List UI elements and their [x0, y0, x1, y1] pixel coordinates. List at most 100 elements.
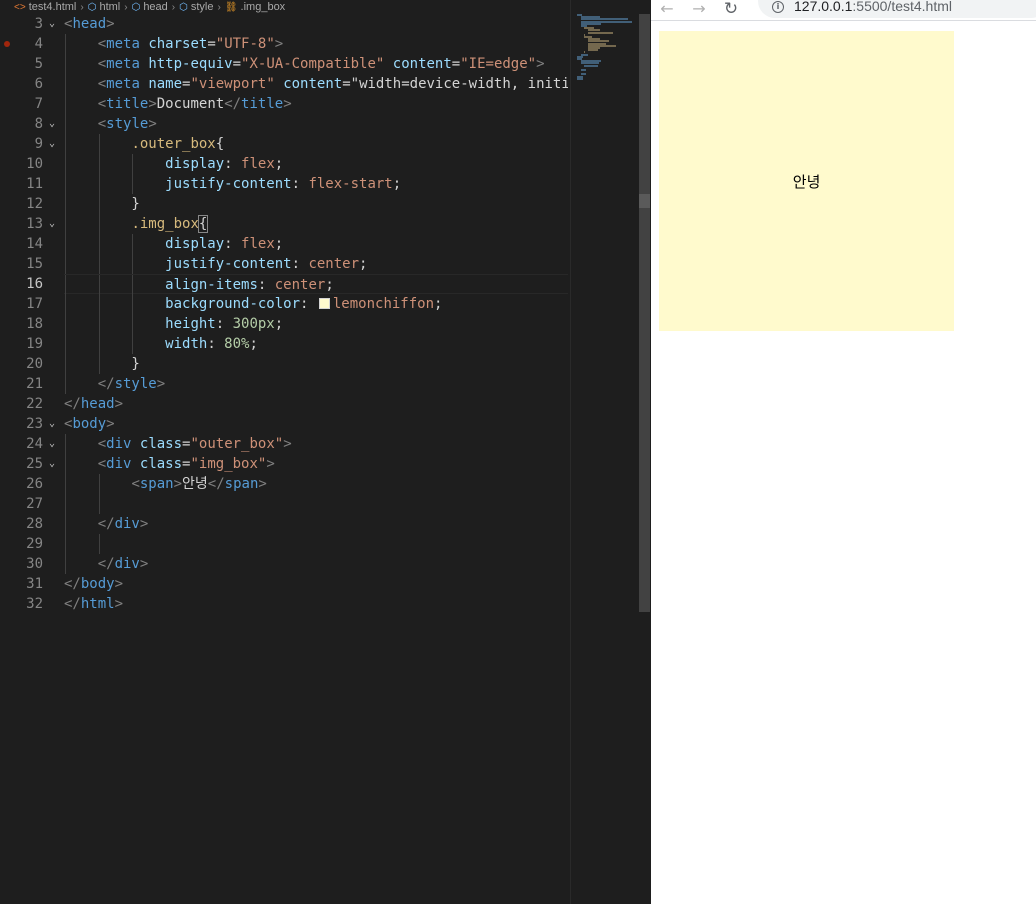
line-number[interactable]: 25 ⌄: [0, 454, 56, 474]
line-number[interactable]: 32: [0, 594, 56, 614]
code-line[interactable]: </head>: [64, 394, 568, 414]
line-number[interactable]: 14: [0, 234, 56, 254]
fold-chevron-icon[interactable]: ⌄: [49, 114, 55, 134]
fold-chevron-icon[interactable]: ⌄: [49, 434, 55, 454]
breakpoint-dot-icon[interactable]: [4, 41, 10, 47]
code-line[interactable]: </html>: [64, 594, 568, 614]
code-line[interactable]: justify-content: flex-start;: [64, 174, 568, 194]
code-line[interactable]: display: flex;: [64, 234, 568, 254]
code-line[interactable]: </div>: [64, 554, 568, 574]
scrollbar-cursor-marker: [639, 194, 650, 208]
code-line[interactable]: .img_box{: [64, 214, 568, 234]
line-number[interactable]: 23 ⌄: [0, 414, 56, 434]
code-line[interactable]: justify-content: center;: [64, 254, 568, 274]
code-line[interactable]: display: flex;: [64, 154, 568, 174]
line-number[interactable]: 8 ⌄: [0, 114, 56, 134]
line-number[interactable]: 18: [0, 314, 56, 334]
address-bar[interactable]: i 127.0.0.1:5500/test4.html: [758, 0, 1036, 18]
line-number[interactable]: 28: [0, 514, 56, 534]
line-number[interactable]: 21: [0, 374, 56, 394]
line-number[interactable]: 11: [0, 174, 56, 194]
code-line[interactable]: <div class="outer_box">: [64, 434, 568, 454]
code-line[interactable]: <title>Document</title>: [64, 94, 568, 114]
code-line[interactable]: }: [64, 194, 568, 214]
indent-guide: [132, 254, 134, 274]
code-line[interactable]: </div>: [64, 514, 568, 534]
color-swatch-icon[interactable]: [318, 298, 330, 309]
line-number-label: 24: [26, 436, 43, 452]
code-line[interactable]: height: 300px;: [64, 314, 568, 334]
indent-guide: [65, 494, 66, 514]
code-line[interactable]: <span>안녕</span>: [64, 474, 568, 494]
minimap-line: [587, 31, 613, 34]
html-file-icon: <>: [14, 1, 26, 13]
indent-guide: [65, 294, 66, 314]
code-area[interactable]: <head> <meta charset="UTF-8"> <meta http…: [64, 14, 568, 904]
line-number[interactable]: 15: [0, 254, 56, 274]
code-line[interactable]: [64, 534, 568, 554]
code-line[interactable]: [64, 494, 568, 514]
line-number[interactable]: 9 ⌄: [0, 134, 56, 154]
code-line[interactable]: <div class="img_box">: [64, 454, 568, 474]
line-number[interactable]: 3 ⌄: [0, 14, 56, 34]
code-line[interactable]: .outer_box{: [64, 134, 568, 154]
breadcrumb-file[interactable]: <> test4.html: [14, 1, 76, 13]
fold-chevron-icon[interactable]: ⌄: [49, 454, 55, 474]
reload-button[interactable]: ↻: [715, 0, 747, 17]
line-number[interactable]: 19: [0, 334, 56, 354]
indent-guide: [98, 334, 100, 354]
forward-button[interactable]: →: [683, 0, 715, 17]
info-icon[interactable]: i: [772, 1, 784, 13]
line-number-label: 20: [26, 356, 43, 372]
editor-scrollbar[interactable]: [638, 14, 651, 904]
line-number[interactable]: 27: [0, 494, 56, 514]
code-line[interactable]: <head>: [64, 14, 568, 34]
line-number[interactable]: 20: [0, 354, 56, 374]
url-text[interactable]: 127.0.0.1:5500/test4.html: [794, 0, 952, 13]
line-number[interactable]: 22: [0, 394, 56, 414]
code-line[interactable]: <meta name="viewport" content="width=dev…: [64, 74, 568, 94]
line-number[interactable]: 16: [0, 274, 56, 294]
line-number[interactable]: 26: [0, 474, 56, 494]
line-number[interactable]: 29: [0, 534, 56, 554]
line-number[interactable]: 13 ⌄: [0, 214, 56, 234]
line-number[interactable]: 7: [0, 94, 56, 114]
code-line[interactable]: align-items: center;: [64, 274, 568, 295]
line-number[interactable]: 12: [0, 194, 56, 214]
fold-chevron-icon[interactable]: ⌄: [49, 414, 55, 434]
code-line[interactable]: background-color: lemonchiffon;: [64, 294, 568, 314]
fold-chevron-icon[interactable]: ⌄: [49, 14, 55, 34]
breadcrumb-html[interactable]: ⬡ html: [88, 1, 121, 13]
code-line[interactable]: <meta charset="UTF-8">: [64, 34, 568, 54]
indent-guide: [65, 275, 66, 295]
indent-guide: [98, 174, 100, 194]
code-line[interactable]: </style>: [64, 374, 568, 394]
back-button[interactable]: ←: [651, 0, 683, 17]
line-number-gutter[interactable]: 3 ⌄ 4 5 6 7 8 ⌄ 9 ⌄ 10 11 12 13 ⌄ 14 15 16 17 18 19 20 21 22 23 ⌄…: [0, 14, 56, 614]
line-number[interactable]: 10: [0, 154, 56, 174]
code-line[interactable]: <body>: [64, 414, 568, 434]
indent-guide: [132, 234, 134, 254]
code-line[interactable]: <meta http-equiv="X-UA-Compatible" conte…: [64, 54, 568, 74]
code-line[interactable]: </body>: [64, 574, 568, 594]
breadcrumb-style[interactable]: ⬡ style: [179, 1, 213, 13]
line-number[interactable]: 31: [0, 574, 56, 594]
code-line[interactable]: }: [64, 354, 568, 374]
code-line[interactable]: width: 80%;: [64, 334, 568, 354]
breadcrumb-head[interactable]: ⬡ head: [132, 1, 168, 13]
code-line[interactable]: <style>: [64, 114, 568, 134]
line-number[interactable]: 6: [0, 74, 56, 94]
fold-chevron-icon[interactable]: ⌄: [49, 214, 55, 234]
scrollbar-thumb[interactable]: [639, 14, 650, 612]
indent-guide: [132, 334, 134, 354]
minimap[interactable]: [570, 0, 638, 904]
line-number-label: 32: [26, 596, 43, 612]
line-number[interactable]: 24 ⌄: [0, 434, 56, 454]
line-number[interactable]: 5: [0, 54, 56, 74]
line-number[interactable]: 4: [0, 34, 56, 54]
code-editor[interactable]: <> test4.html › ⬡ html › ⬡ head › ⬡ styl…: [0, 0, 651, 904]
line-number[interactable]: 30: [0, 554, 56, 574]
line-number[interactable]: 17: [0, 294, 56, 314]
breadcrumb-selector[interactable]: ⛓ .img_box: [225, 1, 285, 13]
fold-chevron-icon[interactable]: ⌄: [49, 134, 55, 154]
